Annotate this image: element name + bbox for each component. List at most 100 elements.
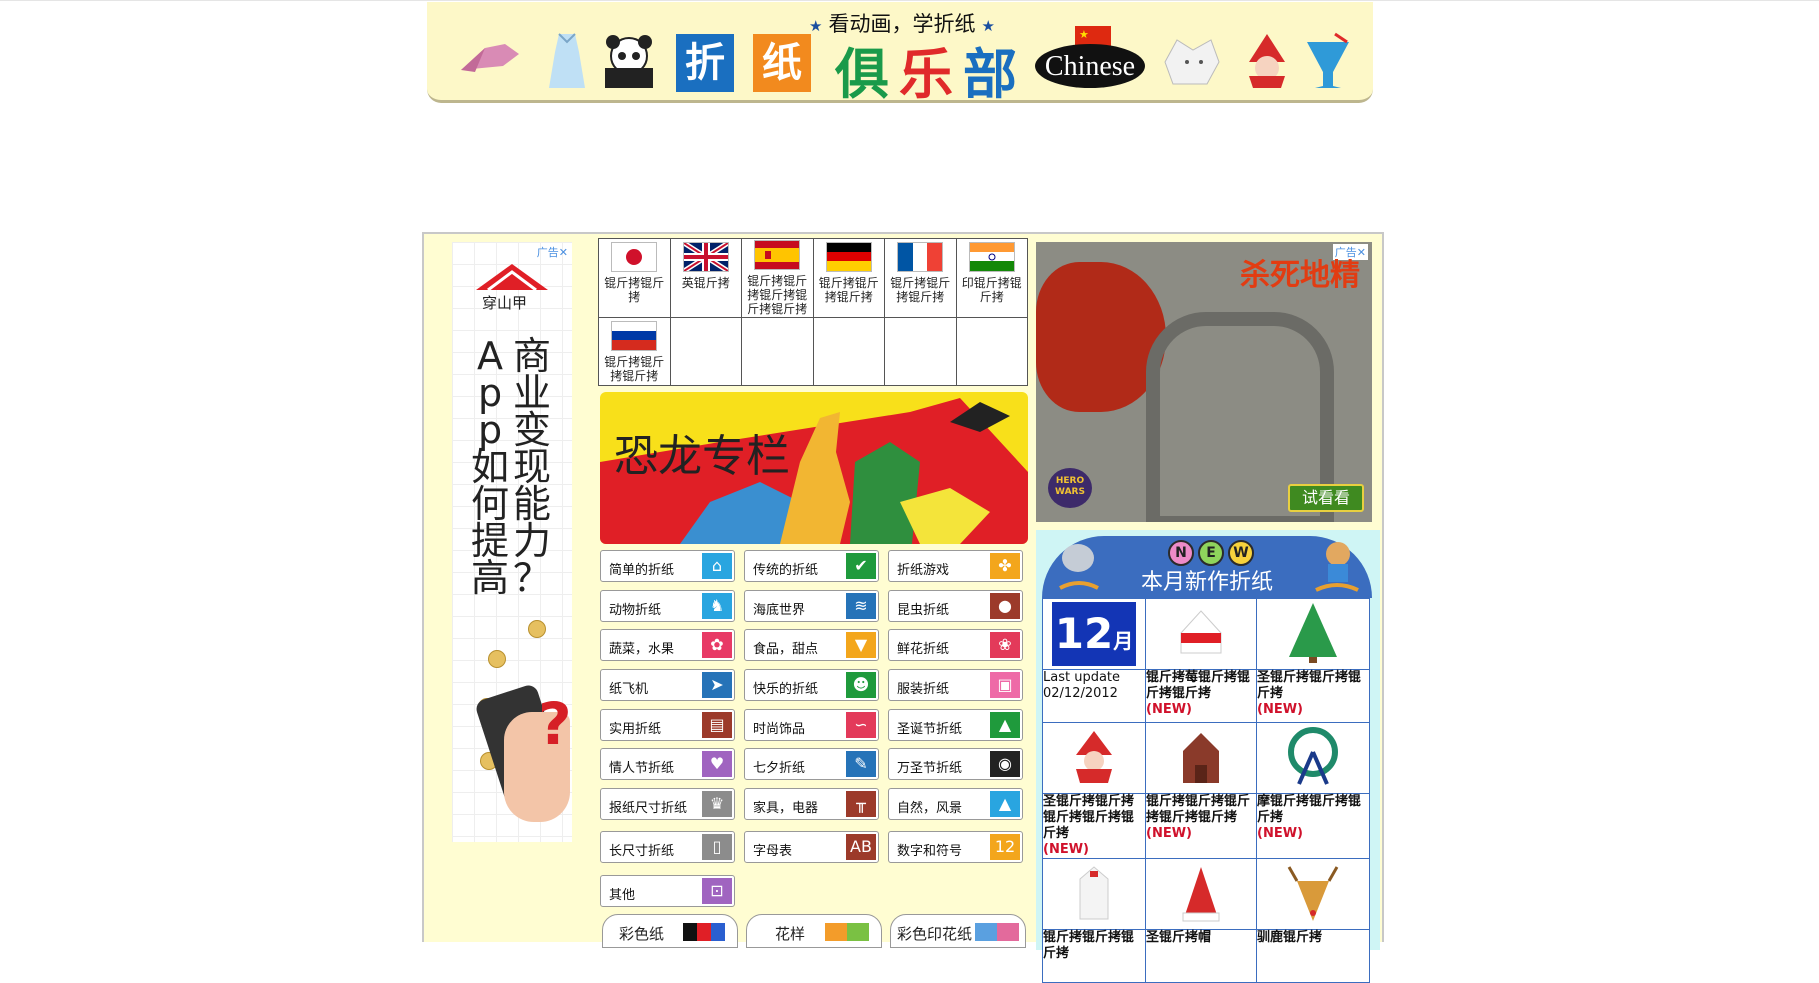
category-label: 字母表 <box>753 844 793 859</box>
category-wallet[interactable]: 实用折纸 ▤ <box>600 709 735 741</box>
new-item-caption[interactable]: 锟斤拷锟斤拷锟斤拷锟斤拷锟斤拷 (NEW) <box>1145 793 1257 859</box>
language-label: 锟斤拷锟斤拷 <box>604 276 665 304</box>
dinosaur-column-banner[interactable]: 恐龙专栏 <box>600 392 1028 544</box>
language-cell-english[interactable]: 英锟斤拷 <box>669 238 742 318</box>
category-shirt[interactable]: 服装折纸 ▣ <box>888 669 1023 701</box>
category-label: 简单的折纸 <box>609 563 675 578</box>
top-divider <box>0 0 1819 1</box>
house-icon <box>1183 732 1219 783</box>
category-crown[interactable]: 报纸尺寸折纸 ♛ <box>600 788 735 820</box>
ferris-wheel-icon <box>1288 726 1338 785</box>
germany-flag-icon <box>825 242 872 272</box>
category-icecream[interactable]: 食品，甜点 ▼ <box>744 629 879 661</box>
new-item-image[interactable] <box>1145 722 1257 794</box>
category-mountain[interactable]: 自然，风景 ▲ <box>888 788 1023 820</box>
right-advertisement[interactable]: 广告✕ 杀死地精 HERO WARS 试看看 <box>1036 242 1372 522</box>
new-item-caption[interactable]: 锟斤拷锟斤拷锟斤拷 <box>1042 929 1146 983</box>
new-badge-n: N <box>1168 540 1194 566</box>
ad-try-button[interactable]: 试看看 <box>1288 484 1364 512</box>
language-cell-hindi[interactable]: 印锟斤拷锟斤拷 <box>955 238 1028 318</box>
new-item-caption[interactable]: 圣锟斤拷锟斤拷锟斤拷锟斤拷锟斤拷 (NEW) <box>1042 793 1146 859</box>
new-tag: (NEW) <box>1146 702 1192 717</box>
category-label: 七夕折纸 <box>753 761 806 776</box>
title-char-2: 纸 <box>753 34 811 92</box>
category-label: 万圣节折纸 <box>897 761 963 776</box>
category-table[interactable]: 家具，电器 ╥ <box>744 788 879 820</box>
language-cell-french[interactable]: 锟斤拷锟斤拷锟斤拷 <box>884 238 957 318</box>
new-tag: (NEW) <box>1257 826 1303 841</box>
month-date-box: 12月 <box>1052 602 1136 666</box>
category-label: 蔬菜，水果 <box>609 642 675 657</box>
new-item-image[interactable] <box>1145 598 1257 670</box>
category-tanabata[interactable]: 七夕折纸 ✎ <box>744 748 879 780</box>
category-giraffe[interactable]: 动物折纸 ♞ <box>600 590 735 622</box>
ad-close-badge[interactable]: 广告✕ <box>537 244 568 260</box>
hero-wars-logo: HERO WARS <box>1048 468 1092 508</box>
category-heart[interactable]: 情人节折纸 ♥ <box>600 748 735 780</box>
language-cell-spanish[interactable]: 锟斤拷锟斤拷锟斤拷锟斤拷锟斤拷 <box>741 238 814 318</box>
star-icon: ★ <box>809 17 823 35</box>
printed-swatch-icon <box>975 923 1019 941</box>
category-tree[interactable]: 圣诞节折纸 ▲ <box>888 709 1023 741</box>
category-necklace[interactable]: 时尚饰品 ∽ <box>744 709 879 741</box>
language-cell-german[interactable]: 锟斤拷锟斤拷锟斤拷 <box>812 238 885 318</box>
white-house-icon <box>1079 865 1109 919</box>
pattern-tab[interactable]: 花样 <box>746 914 882 948</box>
category-flower[interactable]: 鲜花折纸 ❀ <box>888 629 1023 661</box>
new-item-caption[interactable]: 驯鹿锟斤拷 <box>1256 929 1370 983</box>
site-header-banner[interactable]: ★ 看动画，学折纸 ★ 折 纸 俱 乐 部 ★ Chinese <box>427 2 1373 106</box>
category-abc[interactable]: 字母表 AB <box>744 831 879 863</box>
icecream-icon: ▼ <box>846 632 876 658</box>
new-item-image[interactable] <box>1145 858 1257 930</box>
new-item-image[interactable] <box>1256 858 1370 930</box>
category-label: 动物折纸 <box>609 603 662 618</box>
santa-hat-icon <box>1182 866 1220 921</box>
language-cell-russian[interactable]: 锟斤拷锟斤拷锟斤拷 <box>598 317 671 386</box>
new-item-caption[interactable]: 圣锟斤拷帽 <box>1145 929 1257 983</box>
category-crane[interactable]: 传统的折纸 ✔ <box>744 550 879 582</box>
left-advertisement[interactable]: 广告✕ 穿山甲 App如何提高 商业变现能力？ ? <box>452 242 572 842</box>
category-house[interactable]: 简单的折纸 ⌂ <box>600 550 735 582</box>
necklace-icon: ∽ <box>846 712 876 738</box>
coin-icon <box>488 650 506 668</box>
category-pumpkin[interactable]: 万圣节折纸 ◉ <box>888 748 1023 780</box>
colored-paper-tab[interactable]: 彩色纸 <box>602 914 738 948</box>
new-item-caption[interactable]: 圣锟斤拷锟斤拷锟斤拷 (NEW) <box>1256 669 1370 723</box>
category-numbers[interactable]: 数字和符号 12 <box>888 831 1023 863</box>
pumpkin-icon: ◉ <box>990 751 1020 777</box>
category-label: 服装折纸 <box>897 682 950 697</box>
category-fish[interactable]: 海底世界 ≋ <box>744 590 879 622</box>
category-label: 报纸尺寸折纸 <box>609 801 688 816</box>
category-rectangle[interactable]: 长尺寸折纸 ▯ <box>600 831 735 863</box>
language-label: 锟斤拷锟斤拷锟斤拷 <box>818 276 879 304</box>
house-icon: ⌂ <box>702 553 732 579</box>
pattern-swatch-icon <box>825 923 869 941</box>
ad-headline-col2: 商业变现能力？ <box>512 334 551 600</box>
category-label: 家具，电器 <box>753 801 819 816</box>
category-ladybug[interactable]: 昆虫折纸 ● <box>888 590 1023 622</box>
new-item-image[interactable] <box>1256 722 1370 794</box>
category-car[interactable]: 其他 ⊡ <box>600 875 735 907</box>
new-item-image[interactable] <box>1042 722 1146 794</box>
coin-icon <box>528 620 546 638</box>
new-item-image[interactable] <box>1256 598 1370 670</box>
new-item-caption[interactable]: 锟斤拷莓锟斤拷锟斤拷锟斤拷 (NEW) <box>1145 669 1257 723</box>
car-icon: ⊡ <box>702 878 732 904</box>
language-label: 印锟斤拷锟斤拷 <box>961 276 1022 304</box>
numbers-icon: 12 <box>990 834 1020 860</box>
category-plane[interactable]: 纸飞机 ➤ <box>600 669 735 701</box>
origami-santa-icon <box>1249 34 1285 88</box>
printed-paper-tab[interactable]: 彩色印花纸 <box>890 914 1026 948</box>
category-ghost[interactable]: 快乐的折纸 ☻ <box>744 669 879 701</box>
new-item-caption[interactable]: 摩锟斤拷锟斤拷锟斤拷 (NEW) <box>1256 793 1370 859</box>
language-cell-japanese[interactable]: 锟斤拷锟斤拷 <box>598 238 671 318</box>
strawberry-cake-icon <box>1180 609 1222 653</box>
last-update-label: Last update <box>1043 670 1121 685</box>
category-strawberry[interactable]: 蔬菜，水果 ✿ <box>600 629 735 661</box>
chinese-language-button[interactable]: Chinese <box>1035 44 1145 88</box>
category-label: 长尺寸折纸 <box>609 844 675 859</box>
new-works-header: N E W 本月新作折纸 <box>1042 536 1372 598</box>
category-label: 食品，甜点 <box>753 642 819 657</box>
category-pinwheel[interactable]: 折纸游戏 ✤ <box>888 550 1023 582</box>
new-item-image[interactable] <box>1042 858 1146 930</box>
